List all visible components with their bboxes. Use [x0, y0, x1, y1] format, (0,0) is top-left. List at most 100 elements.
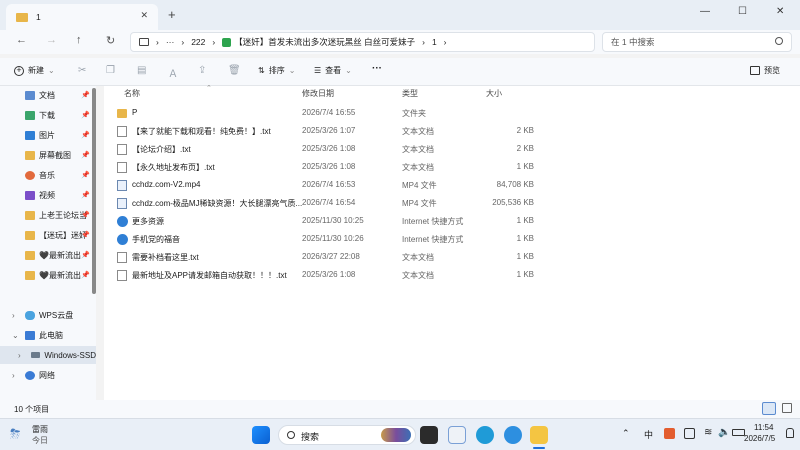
drive-icon	[30, 352, 41, 358]
file-row[interactable]: 手机党的福音 2025/11/30 10:26 Internet 快捷方式 1 …	[104, 230, 544, 248]
breadcrumb-item[interactable]: 222	[191, 37, 205, 47]
sidebar-item-videos[interactable]: 视频 📌	[0, 186, 96, 204]
column-header-size[interactable]: 大小	[486, 88, 502, 99]
tray-app-icon[interactable]	[664, 428, 675, 439]
close-window-button[interactable]: ✕	[776, 6, 784, 17]
refresh-button[interactable]: ↻	[106, 34, 115, 47]
column-header-name[interactable]: 名称	[124, 88, 140, 99]
minimize-button[interactable]: —	[700, 6, 710, 17]
breadcrumb[interactable]: › ··· › 222 › 【迷奸】首发未流出多次迷玩黑丝 白丝可爱妹子 › 1…	[130, 32, 595, 52]
copy-icon[interactable]: ❐	[106, 65, 115, 76]
pictures-icon	[25, 130, 35, 140]
chevron-up-icon[interactable]: ⌃	[622, 428, 630, 439]
tray-app-icon[interactable]	[684, 428, 695, 439]
app-icon[interactable]	[448, 426, 466, 444]
chevron-right-icon[interactable]: ›	[12, 371, 25, 380]
column-header-type[interactable]: 类型	[402, 88, 418, 99]
breadcrumb-item[interactable]: 【迷奸】首发未流出多次迷玩黑丝 白丝可爱妹子	[234, 36, 415, 48]
tiles-view-icon[interactable]	[782, 403, 792, 413]
sidebar-item-network[interactable]: › 网络	[0, 366, 96, 384]
sidebar-item-quick-folder[interactable]: 🖤最新流出 📌	[0, 266, 96, 284]
file-explorer-icon[interactable]	[530, 426, 548, 444]
file-name: 【来了就能下载和观看！纯免费！】.txt	[132, 127, 271, 136]
rename-icon[interactable]: Ａ	[168, 65, 178, 80]
browser-icon[interactable]	[504, 426, 522, 444]
file-row[interactable]: 最新地址及APP请发邮箱自动获取！！！.txt 2025/3/26 1:08 文…	[104, 266, 544, 284]
new-button[interactable]: + 新建 ⌄	[14, 65, 55, 76]
breadcrumb-more[interactable]: ···	[166, 37, 175, 47]
wifi-icon[interactable]: ≋	[704, 427, 712, 438]
taskbar-search[interactable]: 搜索	[278, 425, 416, 445]
breadcrumb-item[interactable]: 1	[432, 37, 437, 47]
sort-button[interactable]: ⇅ 排序 ⌄	[258, 65, 295, 76]
file-row[interactable]: cchdz.com-极品MJ稀缺资源！大长腿漂亮气质... 2026/7/4 1…	[104, 194, 544, 212]
sidebar-item-downloads[interactable]: 下载 📌	[0, 106, 96, 124]
file-row[interactable]: cchdz.com-V2.mp4 2026/7/4 16:53 MP4 文件 8…	[104, 176, 544, 194]
volume-icon[interactable]: 🔈	[718, 427, 730, 438]
file-row[interactable]: 【永久地址发布页】.txt 2025/3/26 1:08 文本文档 1 KB	[104, 158, 544, 176]
maximize-button[interactable]: ☐	[738, 6, 747, 17]
notification-icon[interactable]	[786, 428, 794, 438]
tab-close-icon[interactable]: ✕	[140, 10, 148, 21]
taskbar: ⛈ 雷雨 今日 搜索 ⌃ 中 ≋ 🔈 11:54 2026/7/5	[0, 418, 800, 450]
text-file-icon	[117, 252, 127, 263]
file-modified: 2026/7/4 16:54	[302, 198, 356, 207]
file-row[interactable]: 需要补档看这里.txt 2026/3/27 22:08 文本文档 1 KB	[104, 248, 544, 266]
view-button[interactable]: ☰ 查看 ⌄	[314, 65, 352, 76]
ime-language-indicator[interactable]: 中	[644, 428, 653, 441]
file-size: 1 KB	[516, 234, 534, 243]
file-modified: 2025/11/30 10:26	[302, 234, 364, 243]
sidebar-item-wps-cloud[interactable]: › WPS云盘	[0, 306, 96, 324]
file-name: 需要补档看这里.txt	[132, 253, 199, 262]
share-icon[interactable]: ⇪	[198, 65, 206, 76]
sidebar-item-screenshots[interactable]: 屏幕截图 📌	[0, 146, 96, 164]
view-icon: ☰	[314, 66, 322, 75]
sidebar-item-music[interactable]: 音乐 📌	[0, 166, 96, 184]
sidebar-item-windows-ssd[interactable]: › Windows-SSD	[0, 346, 96, 364]
file-row[interactable]: 【来了就能下载和观看！纯免费！】.txt 2025/3/26 1:07 文本文档…	[104, 122, 544, 140]
forward-button[interactable]: →	[46, 34, 57, 46]
paste-icon[interactable]: ▤	[137, 65, 146, 76]
details-view-icon[interactable]	[762, 402, 776, 415]
edge-browser-icon[interactable]	[476, 426, 494, 444]
sidebar-item-label: 此电脑	[39, 330, 63, 340]
weather-title: 雷雨	[32, 425, 48, 434]
file-modified: 2025/3/26 1:07	[302, 126, 356, 135]
cut-icon[interactable]: ✂	[78, 65, 86, 76]
sidebar-item-documents[interactable]: 文档 📌	[0, 86, 96, 104]
navigation-pane: 文档 📌 下载 📌 图片 📌 屏幕截图 📌 音乐 📌 视频 📌 上老王论坛当 📌…	[0, 86, 96, 400]
preview-button[interactable]: 预览	[750, 65, 780, 76]
more-options-button[interactable]: ···	[372, 63, 382, 74]
up-button[interactable]: ↑	[76, 34, 82, 46]
sidebar-item-pictures[interactable]: 图片 📌	[0, 126, 96, 144]
file-row[interactable]: 更多资源 2025/11/30 10:25 Internet 快捷方式 1 KB	[104, 212, 544, 230]
sidebar-item-quick-folder[interactable]: 【迷玩】迷奸 📌	[0, 226, 96, 244]
tab-folder-1[interactable]: 1 ✕	[6, 4, 158, 30]
chevron-down-icon[interactable]: ⌄	[12, 331, 25, 340]
new-tab-button[interactable]: +	[168, 7, 176, 22]
search-input[interactable]: 在 1 中搜索	[602, 32, 792, 52]
column-header-modified[interactable]: 修改日期	[302, 88, 334, 99]
chevron-right-icon[interactable]: ›	[12, 311, 25, 320]
text-file-icon	[117, 270, 127, 281]
start-icon[interactable]	[252, 426, 270, 444]
chevron-right-icon[interactable]: ›	[18, 351, 31, 360]
delete-icon[interactable]: 🗑	[228, 65, 241, 76]
plus-circle-icon: +	[14, 65, 24, 76]
pin-icon: 📌	[81, 112, 90, 119]
sidebar-item-this-pc[interactable]: ⌄ 此电脑	[0, 326, 96, 344]
sidebar-scrollbar[interactable]	[92, 88, 96, 294]
back-button[interactable]: ←	[16, 34, 27, 46]
task-view-icon[interactable]	[420, 426, 438, 444]
sidebar-item-quick-folder[interactable]: 上老王论坛当 📌	[0, 206, 96, 224]
item-count: 10 个项目	[14, 405, 50, 414]
clock-date[interactable]: 2026/7/5	[744, 434, 775, 443]
breadcrumb-sep-icon: ›	[422, 37, 425, 47]
file-modified: 2026/7/4 16:55	[302, 108, 356, 117]
file-row[interactable]: 【论坛介绍】.txt 2025/3/26 1:08 文本文档 2 KB	[104, 140, 544, 158]
search-icon	[287, 431, 295, 439]
clock-time[interactable]: 11:54	[754, 423, 773, 432]
file-size: 1 KB	[516, 216, 534, 225]
sidebar-item-quick-folder[interactable]: 🖤最新流出 📌	[0, 246, 96, 264]
file-row[interactable]: P 2026/7/4 16:55 文件夹	[104, 104, 544, 122]
